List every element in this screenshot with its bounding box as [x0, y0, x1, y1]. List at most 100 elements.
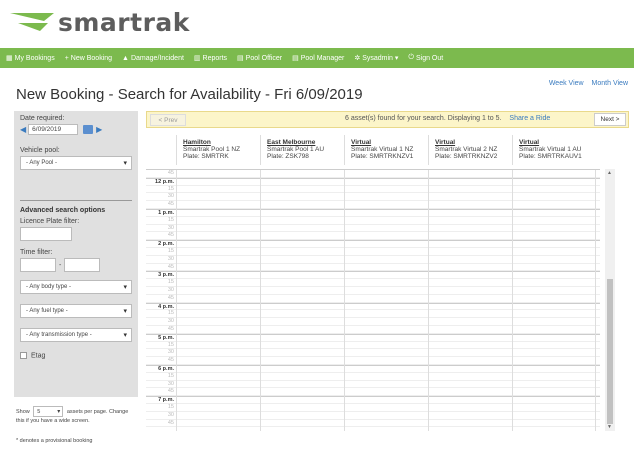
time-slot-row[interactable]: 3 p.m. [146, 271, 600, 280]
time-slot-row[interactable]: 15 [146, 248, 600, 256]
minute-label: 30 [167, 224, 174, 231]
time-slot-row[interactable]: 15 [146, 186, 600, 194]
time-slot-row[interactable]: 45 [146, 170, 600, 178]
date-input[interactable]: 6/09/2019 [28, 124, 79, 135]
gears-icon: ✲ [354, 55, 361, 62]
asset-location[interactable]: Virtual [519, 139, 590, 146]
scroll-up-icon[interactable]: ▲ [607, 170, 612, 176]
share-ride-link[interactable]: Share a Ride [509, 115, 550, 122]
nav-item-my-bookings[interactable]: ▦ My Bookings [6, 54, 55, 63]
minute-label: 15 [167, 372, 174, 379]
prev-button[interactable]: < Prev [150, 114, 186, 126]
minute-label: 45 [167, 201, 174, 208]
nav-item-reports[interactable]: ▥ Reports [193, 54, 227, 63]
time-slot-row[interactable]: 45 [146, 201, 600, 209]
time-slot-row[interactable]: 30 [146, 287, 600, 295]
asset-location[interactable]: Virtual [435, 139, 506, 146]
minute-label: 45 [167, 419, 174, 426]
asset-plate: Plate: ZSK798 [267, 153, 309, 160]
asset-column-header: Virtual Smartrak Virtual 1 AU Plate: SMRTR… [512, 135, 596, 165]
asset-pool: Smartrak Virtual 1 NZ [351, 146, 414, 153]
calendar-picker-icon[interactable] [83, 125, 94, 134]
time-slot-row[interactable]: 15 [146, 342, 600, 350]
time-slot-row[interactable]: 4 p.m. [146, 302, 600, 311]
power-icon: ⏻ [408, 54, 414, 61]
time-slot-row[interactable]: 45 [146, 326, 600, 334]
scroll-thumb[interactable] [607, 279, 613, 424]
minute-label: 30 [167, 255, 174, 262]
time-slot-row[interactable]: 30 [146, 381, 600, 389]
time-from-input[interactable] [20, 258, 56, 272]
licence-plate-input[interactable] [20, 227, 72, 241]
time-slot-row[interactable]: 45 [146, 264, 600, 272]
nav-item-pool-manager[interactable]: ▤ Pool Manager [292, 54, 344, 63]
time-slot-row[interactable]: 15 [146, 373, 600, 381]
time-slot-row[interactable]: 30 [146, 412, 600, 420]
nav-item-sign-out[interactable]: ⏻ Sign Out [408, 54, 443, 62]
asset-location[interactable]: East Melbourne [267, 139, 338, 146]
time-slot-row[interactable]: 7 p.m. [146, 396, 600, 404]
prev-day-icon[interactable]: ◀ [20, 125, 26, 134]
time-slot-row[interactable]: 45 [146, 295, 600, 303]
time-to-input[interactable] [64, 258, 101, 272]
time-slot-row[interactable]: 1 p.m. [146, 208, 600, 217]
asset-plate: Plate: SMRTRKNZV1 [351, 153, 414, 160]
time-slot-row[interactable]: 12 p.m. [146, 177, 600, 186]
time-slot-row[interactable]: 15 [146, 310, 600, 319]
minute-label: 30 [167, 349, 174, 356]
transmission-select[interactable]: - Any transmission type - [20, 328, 132, 342]
minute-label: 15 [167, 341, 174, 348]
time-slot-row[interactable]: 30 [146, 349, 600, 358]
asset-location[interactable]: Hamilton [183, 139, 254, 146]
time-slot-row[interactable]: 6 p.m. [146, 364, 600, 373]
minute-label: 15 [167, 310, 174, 317]
main-nav: ▦ My Bookings + New Booking ▲ Damage/Incident… [0, 48, 634, 68]
time-slot-row[interactable]: 2 p.m. [146, 240, 600, 248]
etag-checkbox[interactable] [20, 352, 27, 359]
minute-label: 15 [167, 216, 174, 223]
fuel-type-select[interactable]: - Any fuel type - [20, 304, 132, 318]
nav-item-new-booking[interactable]: + New Booking [65, 55, 112, 62]
page-size-select[interactable]: 5 [33, 406, 64, 417]
time-slot-row[interactable]: 45 [146, 357, 600, 365]
asset-plate: Plate: SMRTRKNZV2 [435, 153, 498, 160]
next-day-icon[interactable]: ▶ [96, 125, 102, 134]
nav-item-pool-officer[interactable]: ▤ Pool Officer [237, 54, 283, 63]
time-slot-row[interactable]: 30 [146, 256, 600, 264]
chart-icon: ▥ [193, 55, 201, 62]
nav-item-label: My Bookings [14, 54, 55, 62]
next-button[interactable]: Next > [594, 113, 626, 126]
asset-column-header: Virtual Smartrak Virtual 1 NZ Plate: SMRTR… [344, 135, 428, 165]
time-slot-row[interactable]: 45 [146, 232, 600, 241]
body-type-select[interactable]: - Any body type - [20, 280, 132, 294]
scroll-down-icon[interactable]: ▼ [607, 424, 612, 430]
time-slot-row[interactable]: 15 [146, 404, 600, 412]
grid-scrollbar[interactable]: ▲ ▼ [605, 169, 615, 431]
time-filter-label: Time filter: [20, 249, 53, 256]
nav-item-damage-incident[interactable]: ▲ Damage/Incident [122, 55, 184, 62]
page-title: New Booking - Search for Availability - … [16, 86, 363, 103]
plus-icon: + [64, 54, 69, 62]
time-slot-row[interactable]: 15 [146, 217, 600, 225]
time-slot-row[interactable]: 5 p.m. [146, 333, 600, 342]
nav-item-label: Pool Officer [245, 54, 283, 62]
month-view-link[interactable]: Month View [592, 80, 628, 87]
week-view-link[interactable]: Week View [549, 80, 584, 87]
asset-plate: Plate: SMRTRKAUV1 [519, 153, 582, 160]
asset-pool: Smartrak Virtual 1 AU [519, 146, 582, 153]
time-slot-row[interactable]: 30 [146, 318, 600, 326]
time-slot-row[interactable]: 15 [146, 279, 600, 287]
time-slot-row[interactable]: 45 [146, 420, 600, 428]
asset-location[interactable]: Virtual [351, 139, 422, 146]
time-slot-row[interactable]: 45 [146, 388, 600, 397]
asset-plate: Plate: SMRTRK [183, 153, 229, 160]
time-slot-row[interactable]: 30 [146, 193, 600, 202]
date-label: Date required: [20, 115, 65, 122]
time-slot-row[interactable]: 30 [146, 225, 600, 233]
nav-item-sysadmin[interactable]: ✲ Sysadmin ▾ [354, 54, 398, 62]
vehicle-pool-select[interactable]: - Any Pool - [20, 156, 132, 170]
smartrak-logo[interactable]: smartrak [8, 8, 198, 37]
time-separator: - [59, 261, 62, 269]
minute-label: 45 [167, 294, 174, 301]
minute-label: 15 [167, 403, 174, 410]
